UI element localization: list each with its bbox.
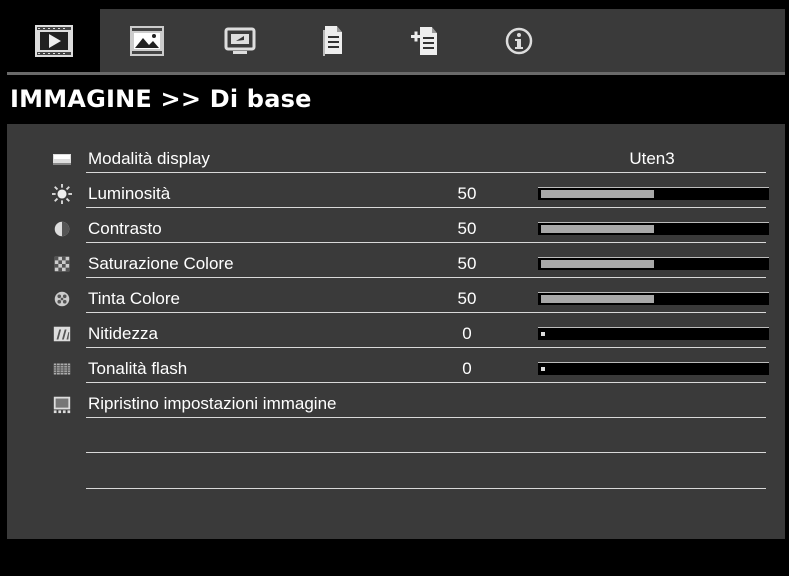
sharpness-value: 0 <box>462 324 472 343</box>
reset-image-icon <box>53 396 71 414</box>
tint-icon <box>54 291 70 307</box>
contrast-value: 50 <box>457 219 477 238</box>
slider-fill <box>541 225 654 233</box>
tab-options[interactable] <box>379 9 472 72</box>
display-mode-icon <box>53 154 71 165</box>
tab-info[interactable] <box>472 9 565 72</box>
tab-advanced-image[interactable] <box>100 9 193 72</box>
empty-row-divider <box>86 488 766 489</box>
empty-row-divider <box>86 452 766 453</box>
page-title: IMMAGINE >> Di base <box>10 85 312 113</box>
brightness-slider[interactable] <box>538 187 769 200</box>
slider-fill <box>541 295 654 303</box>
menu-row-sharpness[interactable]: Nitidezza 0 <box>7 318 785 353</box>
menu-row-label: Modalità display <box>88 149 210 168</box>
brightness-icon <box>52 184 72 204</box>
flesh-tone-icon <box>53 363 71 375</box>
contrast-slider[interactable] <box>538 222 769 235</box>
slider-fill <box>541 190 654 198</box>
play-screen-icon <box>34 24 73 57</box>
menu-tab-bar <box>7 9 785 72</box>
brightness-value: 50 <box>457 184 477 203</box>
title-band: IMMAGINE >> Di base <box>7 75 785 124</box>
display-mode-value[interactable]: Uten3 <box>567 149 737 169</box>
row-divider <box>86 347 766 348</box>
menu-row-flesh-tone[interactable]: Tonalità flash 0 <box>7 353 785 388</box>
menu-row-brightness[interactable]: Luminosità 50 <box>7 178 785 213</box>
slider-knob <box>541 332 545 336</box>
menu-row-label: Luminosità <box>88 184 171 203</box>
sharpness-slider[interactable] <box>538 327 769 340</box>
osd-frame: IMMAGINE >> Di base Modalità display Ute… <box>0 0 789 576</box>
sharpness-icon <box>53 326 71 342</box>
row-divider <box>86 172 766 173</box>
menu-row-label: Contrasto <box>88 219 162 238</box>
document-icon <box>322 25 342 56</box>
menu-row-label: Ripristino impostazioni immagine <box>88 394 337 413</box>
tint-slider[interactable] <box>538 292 769 305</box>
footer-band <box>7 539 785 576</box>
tint-value: 50 <box>457 289 477 308</box>
document-plus-icon <box>410 26 437 55</box>
osd-menu-panel: IMMAGINE >> Di base Modalità display Ute… <box>7 9 785 576</box>
saturation-value: 50 <box>457 254 477 273</box>
info-icon <box>505 27 532 54</box>
menu-row-saturation[interactable]: Saturazione Colore 50 <box>7 248 785 283</box>
monitor-icon <box>224 27 255 54</box>
row-divider <box>86 382 766 383</box>
tab-image[interactable] <box>7 9 100 72</box>
row-divider <box>86 277 766 278</box>
row-divider <box>86 207 766 208</box>
menu-row-label: Tonalità flash <box>88 359 188 378</box>
slider-fill <box>541 260 654 268</box>
menu-row-tint[interactable]: Tinta Colore 50 <box>7 283 785 318</box>
slider-knob <box>541 367 545 371</box>
row-divider <box>86 312 766 313</box>
menu-row-contrast[interactable]: Contrasto 50 <box>7 213 785 248</box>
tab-settings[interactable] <box>286 9 379 72</box>
menu-row-label: Nitidezza <box>88 324 158 343</box>
picture-icon <box>129 25 164 56</box>
menu-row-display-mode[interactable]: Modalità display Uten3 <box>7 143 785 178</box>
menu-row-reset[interactable]: Ripristino impostazioni immagine <box>7 388 785 423</box>
tab-display[interactable] <box>193 9 286 72</box>
contrast-icon <box>54 221 70 237</box>
flesh-tone-value: 0 <box>462 359 472 378</box>
flesh-tone-slider[interactable] <box>538 362 769 375</box>
menu-row-label: Saturazione Colore <box>88 254 234 273</box>
saturation-slider[interactable] <box>538 257 769 270</box>
saturation-icon <box>54 256 70 272</box>
row-divider <box>86 417 766 418</box>
menu-row-label: Tinta Colore <box>88 289 180 308</box>
row-divider <box>86 242 766 243</box>
